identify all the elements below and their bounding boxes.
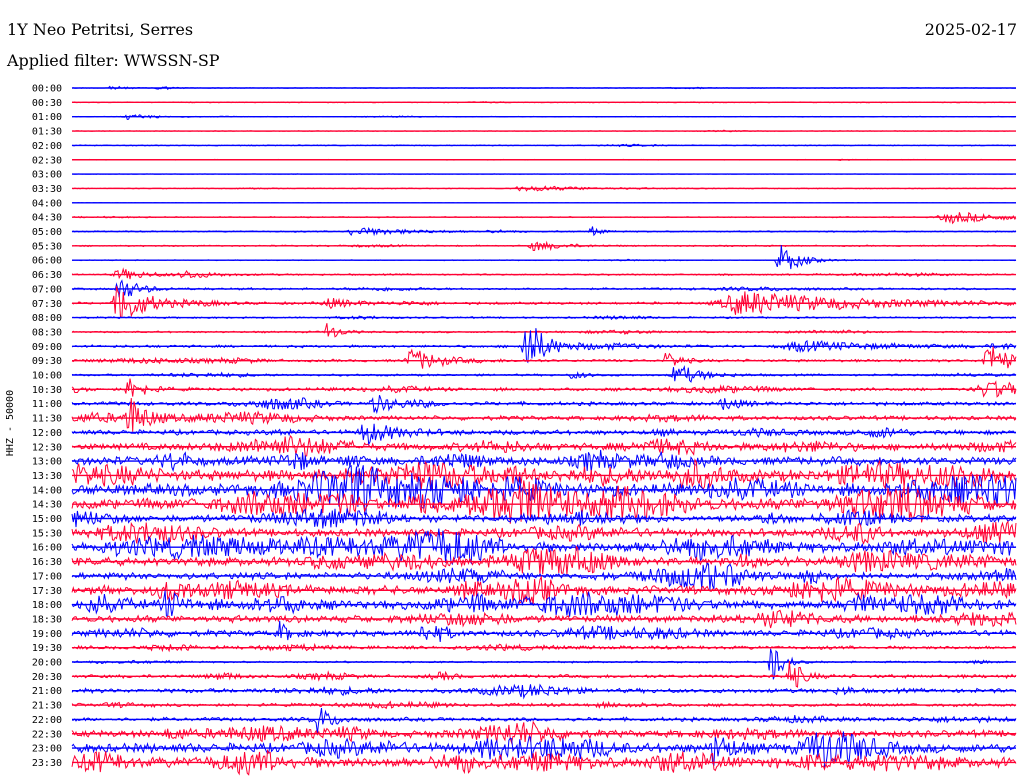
trace-line <box>71 323 1017 338</box>
row-time-label: 12:00 <box>32 428 62 439</box>
row-time-label: 10:30 <box>32 385 62 396</box>
row-time-label: 13:00 <box>32 457 62 468</box>
row-time-label: 04:30 <box>32 213 62 224</box>
row-time-label: 11:00 <box>32 399 62 410</box>
row-time-label: 16:00 <box>32 543 62 554</box>
row-time-label: 09:30 <box>32 356 62 367</box>
row-time-label: 00:00 <box>32 84 62 95</box>
row-time-label: 22:30 <box>32 729 62 740</box>
trace-line <box>71 423 1017 447</box>
trace-line <box>71 480 1017 524</box>
row-time-label: 15:30 <box>32 528 62 539</box>
row-time-label: 08:00 <box>32 313 62 324</box>
row-time-label: 08:30 <box>32 327 62 338</box>
row-time-label: 14:00 <box>32 485 62 496</box>
row-time-label: 18:00 <box>32 600 62 611</box>
row-time-label: 14:30 <box>32 500 62 511</box>
row-time-label: 07:30 <box>32 299 62 310</box>
row-time-label: 19:30 <box>32 643 62 654</box>
trace-line <box>71 328 1017 364</box>
row-time-label: 03:30 <box>32 184 62 195</box>
row-time-label: 04:00 <box>32 198 62 209</box>
trace-line <box>71 620 1017 642</box>
row-time-label: 17:30 <box>32 586 62 597</box>
row-time-label: 21:30 <box>32 701 62 712</box>
trace-line <box>71 545 1017 575</box>
row-time-label: 20:00 <box>32 658 62 669</box>
row-time-label: 23:00 <box>32 744 62 755</box>
row-time-label: 05:00 <box>32 227 62 238</box>
row-time-label: 01:30 <box>32 127 62 138</box>
row-time-label: 13:30 <box>32 471 62 482</box>
trace-line <box>71 708 1017 734</box>
seismogram-page: 1Y Neo Petritsi, Serres 2025-02-17 Appli… <box>0 0 1024 780</box>
traces <box>71 85 1017 776</box>
row-time-label: 16:30 <box>32 557 62 568</box>
trace-line <box>72 244 1017 270</box>
row-time-label: 00:30 <box>32 98 62 109</box>
row-time-label: 12:30 <box>32 442 62 453</box>
row-time-label: 21:00 <box>32 686 62 697</box>
row-time-label: 01:00 <box>32 112 62 123</box>
row-time-label: 20:30 <box>32 672 62 683</box>
row-time-label: 02:00 <box>32 141 62 152</box>
row-time-label: 06:30 <box>32 270 62 281</box>
row-time-label: 09:00 <box>32 342 62 353</box>
trace-line <box>71 285 1017 319</box>
row-time-label: 07:00 <box>32 284 62 295</box>
row-time-label: 03:00 <box>32 170 62 181</box>
trace-line <box>71 346 1017 369</box>
row-time-label: 06:00 <box>32 256 62 267</box>
row-time-label: 10:00 <box>32 371 62 382</box>
row-time-label: 02:30 <box>32 155 62 166</box>
trace-line <box>71 660 1017 688</box>
row-labels: 00:00 00:30 01:00 01:30 02:00 02:30 03:00 03:30… <box>32 84 62 769</box>
helicorder-plot: 00:00 00:30 01:00 01:30 02:00 02:30 03:00 03:30… <box>32 84 1017 776</box>
row-time-label: 22:00 <box>32 715 62 726</box>
trace-line <box>71 648 1016 680</box>
row-time-label: 19:00 <box>32 629 62 640</box>
row-time-label: 05:30 <box>32 241 62 252</box>
row-time-label: 18:30 <box>32 614 62 625</box>
row-time-label: 11:30 <box>32 414 62 425</box>
trace-line <box>71 378 1017 398</box>
row-time-label: 17:00 <box>32 571 62 582</box>
row-time-label: 23:30 <box>32 758 62 769</box>
row-time-label: 15:00 <box>32 514 62 525</box>
